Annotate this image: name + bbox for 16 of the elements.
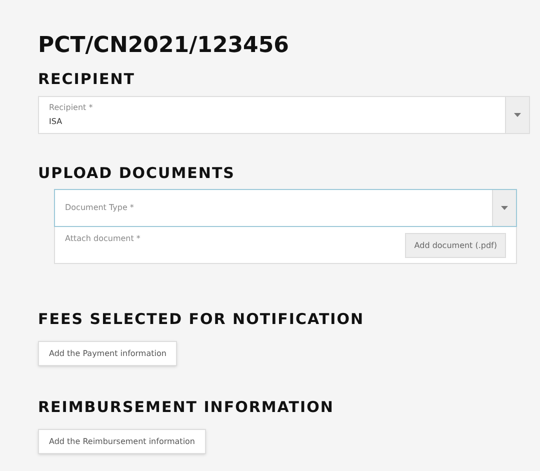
select-field[interactable]: Document Type * — [54, 189, 517, 227]
page-title: PCT/CN2021/123456 — [38, 32, 290, 60]
select-field[interactable]: Recipient * ISA — [38, 96, 530, 134]
field-label: Document Type * — [65, 202, 135, 214]
field-label: Recipient * — [49, 102, 94, 114]
section-heading: RECIPIENT — [38, 69, 136, 90]
add-button[interactable]: Add the Payment information — [38, 341, 178, 366]
section-heading: FEES SELECTED FOR NOTIFICATION — [38, 309, 366, 330]
section-heading: REIMBURSEMENT INFORMATION — [38, 397, 335, 418]
add-button[interactable]: Add the Reimbursement information — [38, 429, 206, 454]
caret-icon — [514, 112, 521, 116]
field-label: Attach document * — [65, 233, 140, 245]
section-heading: UPLOAD DOCUMENTS — [38, 162, 236, 184]
caret-icon — [501, 206, 508, 210]
field-value: ISA — [49, 116, 64, 128]
add-document-button[interactable]: Add document (.pdf) — [405, 233, 506, 258]
